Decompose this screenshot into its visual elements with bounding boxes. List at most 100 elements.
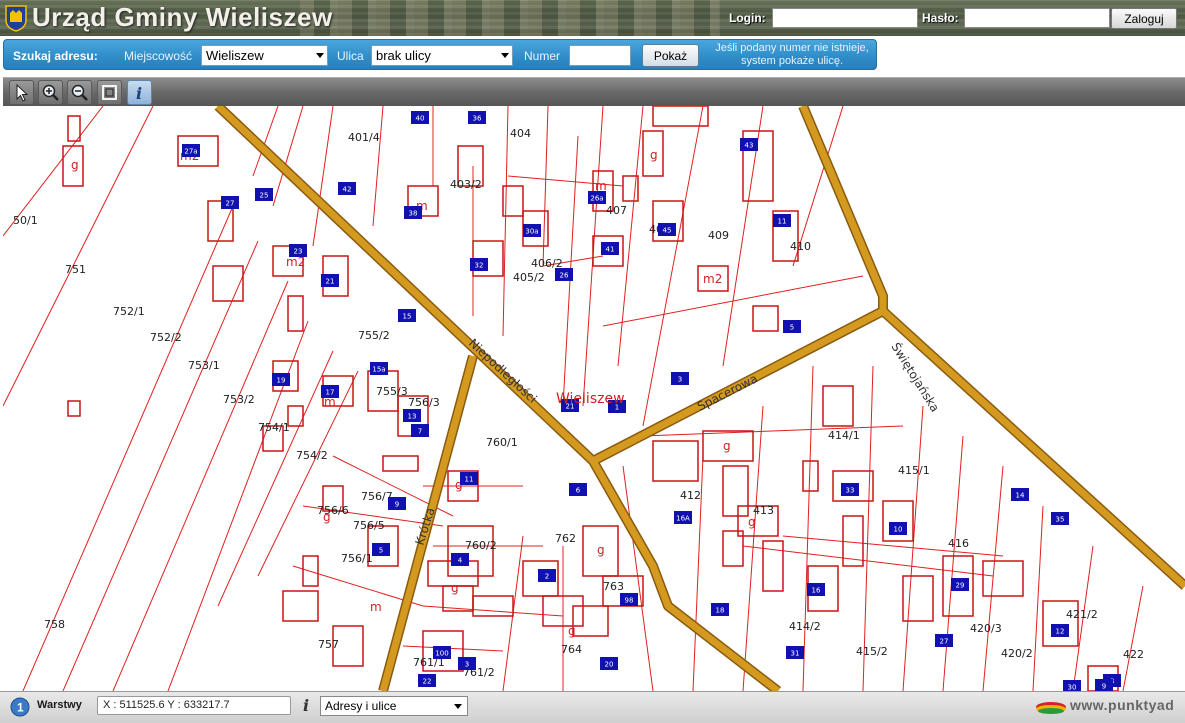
svg-text:42: 42	[343, 186, 352, 194]
address-number-marker: 40	[411, 111, 429, 124]
info-tool[interactable]: i	[127, 80, 152, 105]
address-number-marker: 43	[740, 138, 758, 151]
address-number-marker: 26	[555, 268, 573, 281]
svg-text:3: 3	[678, 376, 682, 384]
magnifier-minus-icon	[71, 84, 88, 101]
address-number-marker: 6	[569, 483, 587, 496]
svg-text:30a: 30a	[525, 228, 538, 236]
parcel-label: 758	[44, 618, 65, 631]
locality-select-value: Wieliszew	[206, 48, 264, 63]
parcel-label: 754/1	[258, 421, 290, 434]
address-number-marker: 26a	[588, 191, 606, 204]
coat-of-arms-icon	[5, 5, 27, 32]
login-button[interactable]: Zaloguj	[1111, 8, 1177, 29]
address-number-marker: 22	[418, 674, 436, 687]
street-name-label: Niepodległości	[466, 336, 540, 406]
layers-label[interactable]: Warstwy	[37, 699, 82, 711]
parcel-label: 407	[606, 204, 627, 217]
locality-label: Wieliszew	[556, 391, 625, 407]
brand-link[interactable]: www.punktyad	[1070, 697, 1174, 713]
parcel-label: 412	[680, 489, 701, 502]
address-number-marker: 9	[388, 497, 406, 510]
building-type-label: g	[71, 158, 79, 172]
svg-text:17: 17	[326, 389, 335, 397]
parcel-label: 404	[510, 127, 531, 140]
svg-text:12: 12	[1056, 628, 1065, 636]
address-number-marker: 12	[1051, 624, 1069, 637]
number-input[interactable]	[569, 45, 631, 66]
address-number-marker: 20	[600, 657, 618, 670]
street-select[interactable]: brak ulicy	[371, 45, 513, 66]
svg-text:16: 16	[812, 587, 821, 595]
address-number-marker: 16A	[674, 511, 692, 524]
layer-select[interactable]: Adresy i ulice	[320, 696, 468, 716]
address-number-marker: 10	[889, 522, 907, 535]
address-number-marker: 19	[272, 373, 290, 386]
map-canvas[interactable]: 401/4 404403/2407406/2405/240941050/17517…	[3, 106, 1185, 691]
street-name-label: Świętojańska	[888, 340, 943, 415]
address-search-bar: Szukaj adresu: Miejscowość Wieliszew Uli…	[3, 39, 877, 70]
info-icon: i	[136, 84, 142, 102]
address-number-marker: 29	[951, 578, 969, 591]
pointer-tool[interactable]	[9, 80, 34, 105]
svg-text:22: 22	[423, 678, 432, 686]
svg-text:43: 43	[745, 142, 754, 150]
building-type-label: m	[595, 179, 607, 193]
parcel-label: 751	[65, 263, 86, 276]
parcel-label: 756/1	[341, 552, 373, 565]
parcel-label: 416	[948, 537, 969, 550]
address-number-marker: 21	[321, 274, 339, 287]
cadastral-map[interactable]: 401/4 404 403/2 407 406/2 405/2 409 410 50/1 751 7…	[3, 106, 1185, 691]
parcel-label: 752/2	[150, 331, 182, 344]
svg-text:19: 19	[277, 377, 286, 385]
address-number-marker: 2	[538, 569, 556, 582]
svg-text:26: 26	[560, 272, 569, 280]
building-type-label: g	[323, 510, 331, 524]
parcel-label: 760/1	[486, 436, 518, 449]
address-number-marker: 15	[398, 309, 416, 322]
status-bar: 1 Warstwy X : 511525.6 Y : 633217.7 i Ad…	[0, 691, 1185, 723]
app-title: Urząd Gminy Wieliszew	[32, 2, 333, 32]
address-number-marker: 27a	[182, 144, 200, 157]
parcel-label: 420/2	[1001, 647, 1033, 660]
building-type-label: g	[650, 148, 658, 162]
street-name-label: Krótka	[413, 506, 438, 547]
building-type-label: m2	[286, 255, 305, 269]
zoom-out-tool[interactable]	[67, 80, 92, 105]
building-type-label: g	[597, 543, 605, 557]
address-number-marker: 35	[1051, 512, 1069, 525]
magnifier-plus-icon	[42, 84, 59, 101]
address-number-marker: 3	[458, 657, 476, 670]
svg-text:15a: 15a	[372, 366, 385, 374]
svg-text:30: 30	[1068, 684, 1077, 692]
extent-icon	[102, 85, 117, 100]
address-number-marker: 15a	[370, 362, 388, 375]
svg-text:10: 10	[894, 526, 903, 534]
parcel-label: 755/3	[376, 385, 408, 398]
svg-text:14: 14	[1016, 492, 1025, 500]
chevron-down-icon	[316, 53, 324, 58]
show-button[interactable]: Pokaż	[642, 44, 699, 67]
street-label: Ulica	[337, 49, 364, 63]
svg-text:27a: 27a	[184, 148, 197, 156]
zoom-in-tool[interactable]	[38, 80, 63, 105]
svg-text:29: 29	[956, 582, 965, 590]
address-number-marker: 11	[773, 214, 791, 227]
svg-text:25: 25	[260, 192, 269, 200]
svg-text:27: 27	[226, 200, 235, 208]
chevron-down-icon	[501, 53, 509, 58]
building-type-label: g	[568, 624, 576, 638]
address-number-marker: 23	[289, 244, 307, 257]
coordinates-readout: X : 511525.6 Y : 633217.7	[97, 696, 291, 715]
address-number-marker: 42	[338, 182, 356, 195]
parcel-label: 410	[790, 240, 811, 253]
address-number-marker: 16	[807, 583, 825, 596]
layers-icon[interactable]: 1	[10, 697, 30, 717]
password-input[interactable]	[964, 8, 1110, 28]
locality-label: Miejscowość	[124, 49, 193, 63]
login-input[interactable]	[772, 8, 918, 28]
svg-text:2: 2	[545, 573, 549, 581]
parcel-label: 413	[753, 504, 774, 517]
full-extent-tool[interactable]	[97, 80, 122, 105]
locality-select[interactable]: Wieliszew	[201, 45, 328, 66]
